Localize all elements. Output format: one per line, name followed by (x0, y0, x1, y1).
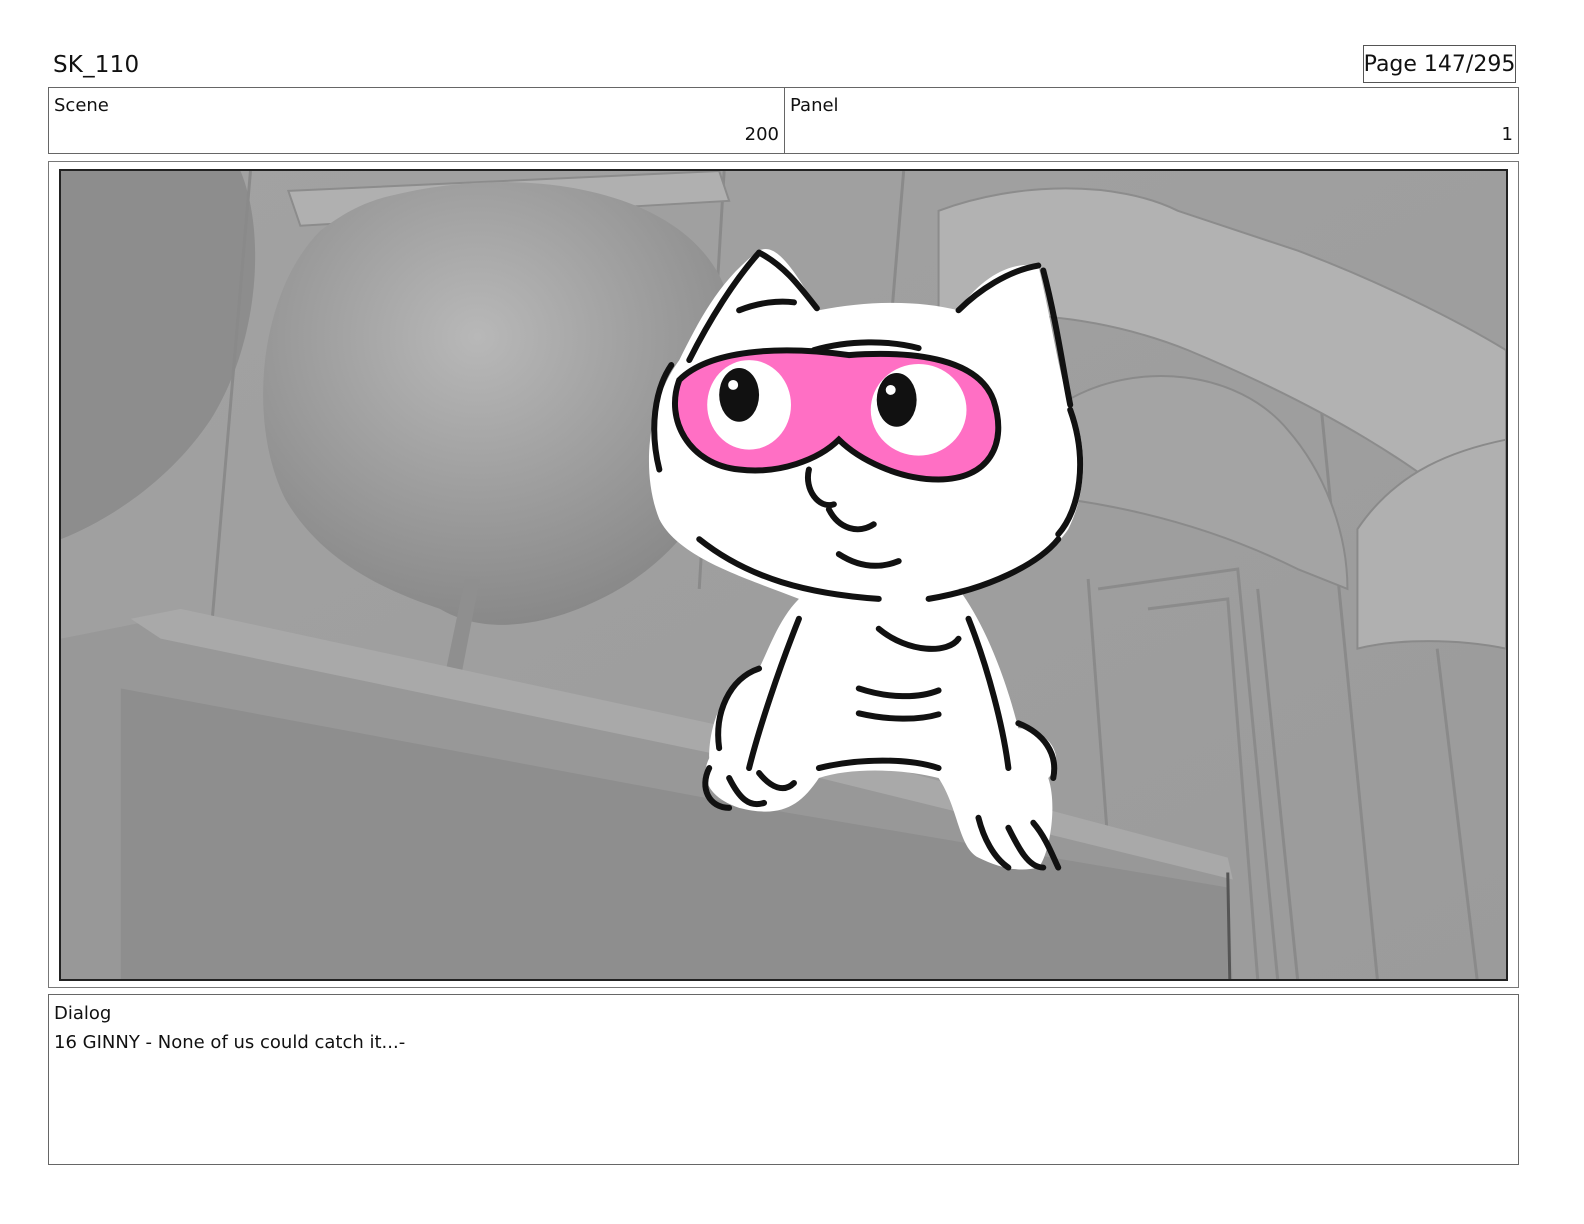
scene-panel-info: Scene 200 Panel 1 (48, 87, 1519, 154)
sequence-title: SK_110 (53, 52, 140, 78)
storyboard-panel-image (59, 169, 1508, 981)
storyboard-drawing (61, 171, 1506, 979)
dialog-label: Dialog (54, 1003, 112, 1024)
panel-label: Panel (790, 95, 839, 116)
storyboard-frame (48, 161, 1519, 988)
panel-cell: Panel 1 (785, 88, 1518, 153)
scene-label: Scene (54, 95, 109, 116)
panel-value: 1 (1501, 124, 1513, 145)
scene-cell: Scene 200 (49, 88, 785, 153)
page-counter: Page 147/295 (1363, 45, 1516, 83)
dialog-text: 16 GINNY - None of us could catch it...- (54, 1032, 406, 1053)
dialog-box: Dialog 16 GINNY - None of us could catch… (48, 994, 1519, 1165)
scene-value: 200 (744, 124, 779, 145)
